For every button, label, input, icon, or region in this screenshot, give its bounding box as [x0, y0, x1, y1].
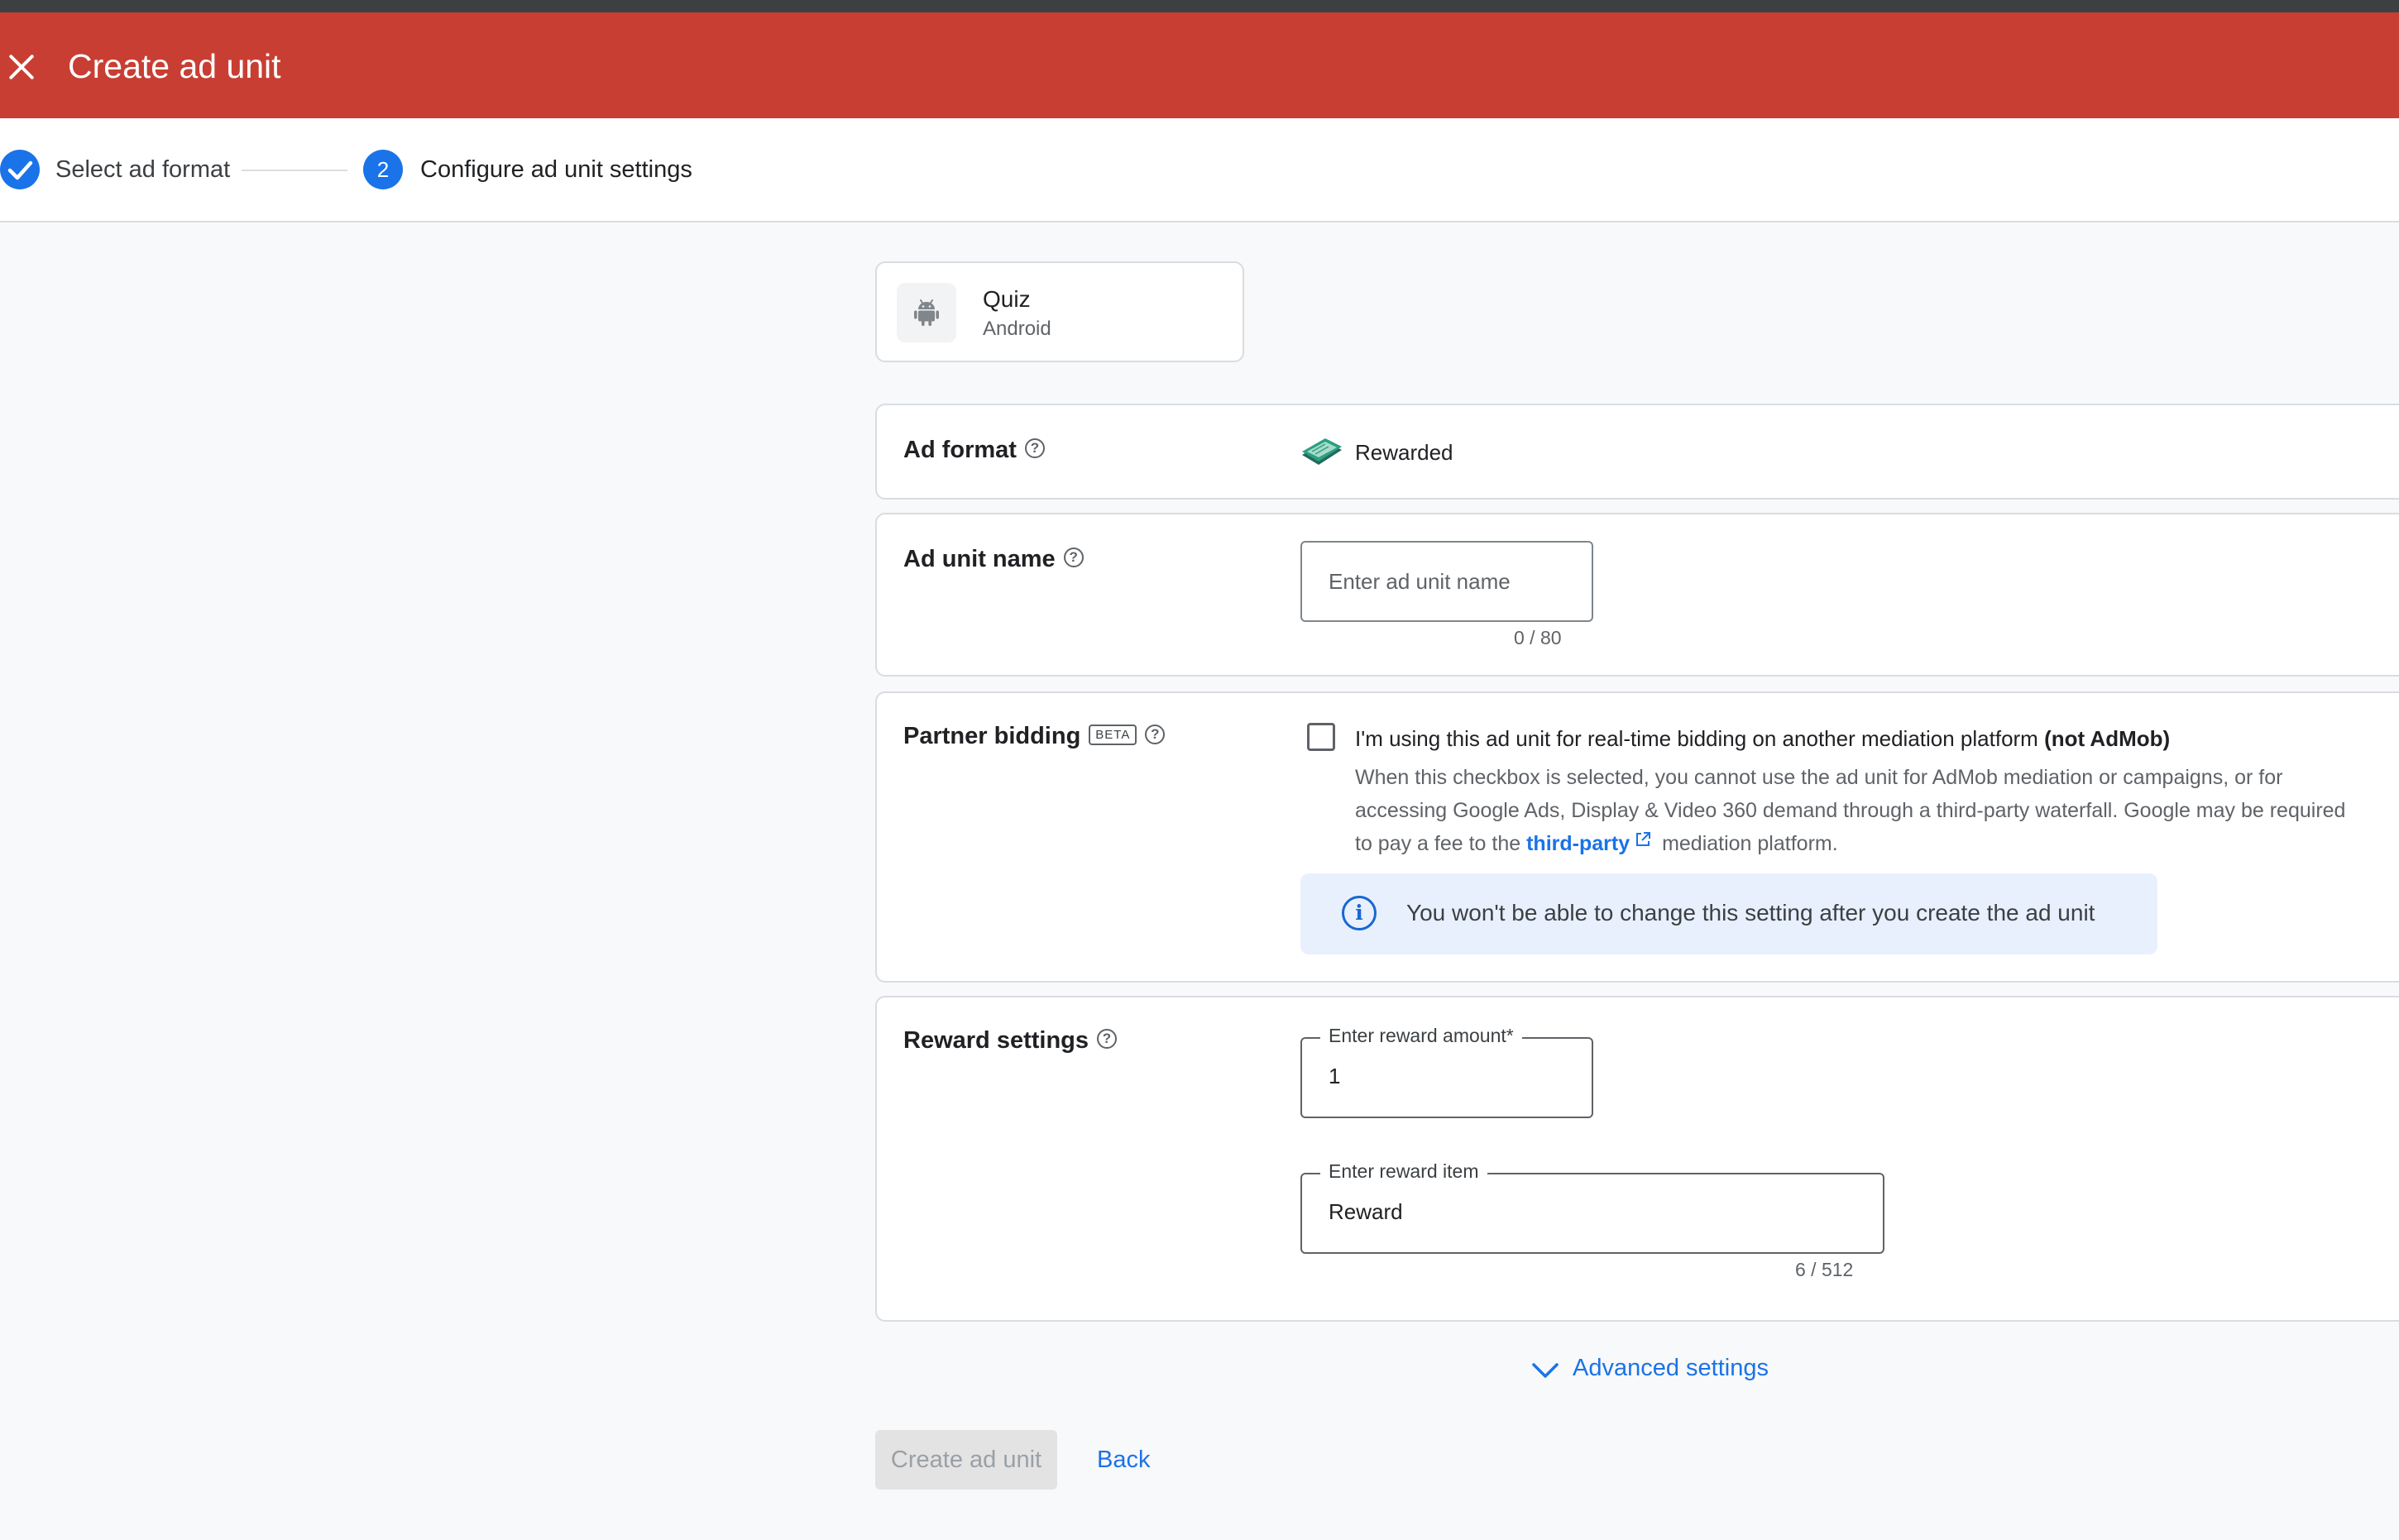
partner-bidding-checkbox-label[interactable]: I'm using this ad unit for real-time bid…	[1355, 726, 2170, 752]
help-icon[interactable]: ?	[1097, 1029, 1117, 1050]
ad-unit-name-section: Ad unit name? Enter ad unit name 0 / 80	[875, 513, 2399, 677]
step-complete-check-icon	[0, 150, 40, 189]
reward-settings-label-text: Reward settings	[903, 1027, 1089, 1054]
step-select-ad-format[interactable]: Select ad format	[55, 156, 230, 184]
create-ad-unit-button[interactable]: Create ad unit	[875, 1430, 1057, 1490]
reward-amount-value: 1	[1329, 1064, 1341, 1088]
ad-unit-name-input[interactable]: Enter ad unit name	[1300, 541, 1593, 622]
page-title: Create ad unit	[68, 47, 281, 85]
partner-bidding-help-text: When this checkbox is selected, you cann…	[1355, 761, 2397, 861]
partner-bidding-checkbox[interactable]	[1307, 723, 1335, 751]
advanced-settings-label: Advanced settings	[1573, 1355, 1769, 1381]
help-icon[interactable]: ?	[1145, 725, 1166, 745]
info-banner: i You won't be able to change this setti…	[1300, 873, 2157, 954]
reward-item-input[interactable]: Enter reward item Reward	[1300, 1160, 1884, 1254]
ad-format-label-text: Ad format	[903, 437, 1017, 463]
ad-unit-name-placeholder: Enter ad unit name	[1329, 569, 1511, 594]
ad-format-label: Ad format?	[903, 437, 1045, 464]
android-icon	[897, 283, 956, 342]
app-platform: Android	[983, 318, 1051, 340]
ad-unit-name-label-text: Ad unit name	[903, 546, 1056, 572]
reward-item-value: Reward	[1329, 1199, 1403, 1224]
close-icon[interactable]	[3, 49, 40, 85]
partner-bidding-label: Partner bidding BETA?	[903, 723, 1166, 750]
help-line: to pay a fee to the third-party mediatio…	[1355, 827, 2397, 861]
ad-format-value: Rewarded	[1355, 440, 1453, 465]
app-card: Quiz Android	[875, 261, 1244, 362]
app-name: Quiz	[983, 286, 1031, 312]
ad-format-section: Ad format? Rewarded	[875, 404, 2399, 500]
checkbox-label-text: I'm using this ad unit for real-time bid…	[1355, 726, 2038, 751]
reward-amount-input[interactable]: Enter reward amount* 1	[1300, 1025, 1593, 1118]
external-link-icon[interactable]	[1633, 826, 1653, 859]
ad-unit-name-counter: 0 / 80	[1514, 627, 1562, 648]
reward-item-counter: 6 / 512	[1795, 1259, 1854, 1280]
checkbox-label-bold: (not AdMob)	[2044, 726, 2171, 751]
third-party-link[interactable]: third-party	[1526, 832, 1630, 855]
rewarded-format-icon	[1300, 437, 1343, 474]
ad-unit-name-label: Ad unit name?	[903, 546, 1084, 573]
reward-item-label: Enter reward item	[1320, 1160, 1487, 1183]
partner-bidding-section: Partner bidding BETA? I'm using this ad u…	[875, 691, 2399, 983]
reward-settings-section: Reward settings? Enter reward amount* 1 …	[875, 996, 2399, 1322]
help-text: to pay a fee to the	[1355, 832, 1521, 855]
reward-settings-label: Reward settings?	[903, 1027, 1117, 1055]
help-line: accessing Google Ads, Display & Video 36…	[1355, 799, 2346, 822]
help-icon[interactable]: ?	[1024, 438, 1045, 459]
help-icon[interactable]: ?	[1063, 548, 1084, 568]
step-configure-ad-unit-settings: Configure ad unit settings	[420, 156, 692, 183]
info-icon: i	[1342, 896, 1377, 930]
back-button[interactable]: Back	[1097, 1430, 1150, 1490]
browser-top-strip	[0, 0, 2399, 12]
app-bar: Create ad unit	[0, 12, 2399, 118]
step-connector	[242, 170, 347, 171]
partner-bidding-label-text: Partner bidding	[903, 723, 1081, 749]
chevron-down-icon	[1532, 1363, 1559, 1378]
stepper: Select ad format 2 Configure ad unit set…	[0, 118, 2399, 222]
reward-amount-label: Enter reward amount*	[1320, 1025, 1522, 1047]
beta-badge: BETA	[1089, 724, 1137, 745]
info-banner-text: You won't be able to change this setting…	[1406, 900, 2095, 925]
help-line: When this checkbox is selected, you cann…	[1355, 766, 2283, 789]
help-text: mediation platform.	[1662, 832, 1838, 855]
step-number-badge: 2	[363, 150, 403, 189]
